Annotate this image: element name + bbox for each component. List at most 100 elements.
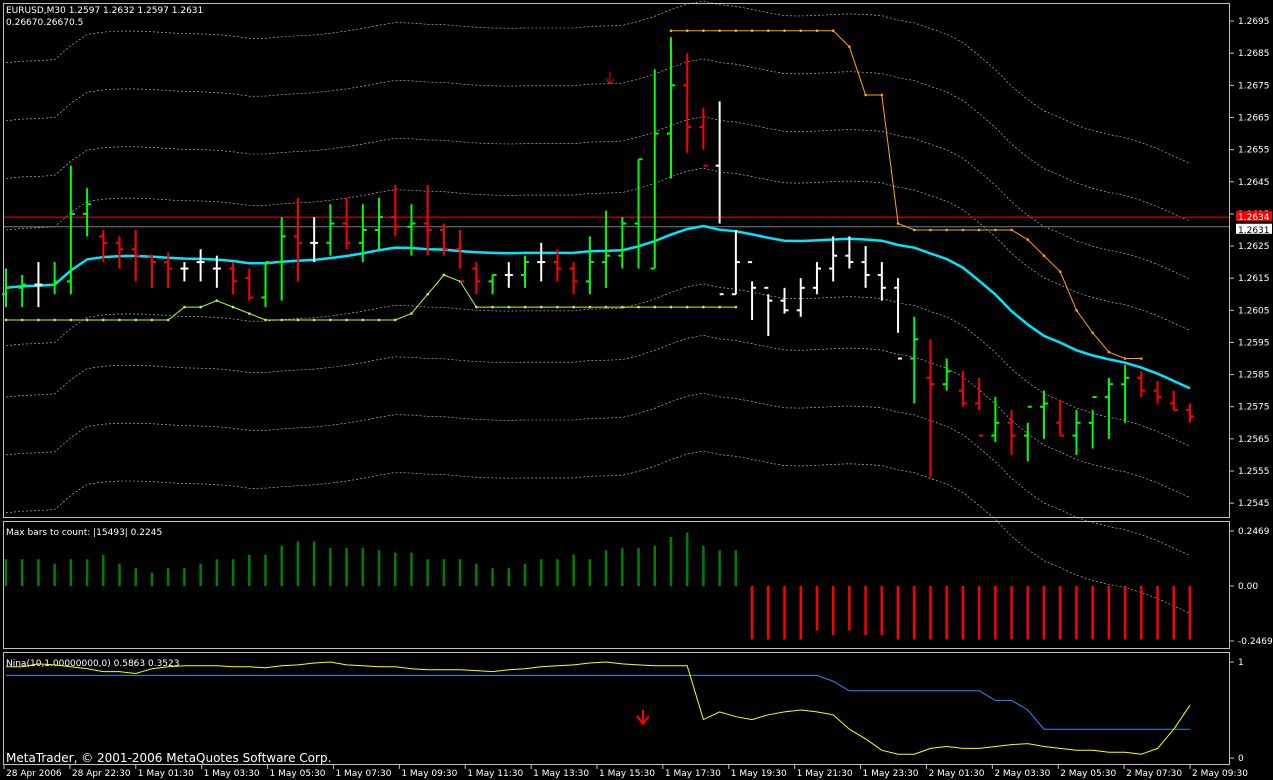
chart-symbol-label: EURUSD,M30 1.2597 1.2632 1.2597 1.2631: [6, 6, 203, 16]
trail-up-dot: [572, 305, 575, 309]
time-tick-label: 1 May 07:30: [335, 769, 391, 779]
trail-up-dot: [734, 305, 738, 309]
trail-up-dot: [653, 305, 657, 309]
price-tick-label: 1.2645: [1238, 178, 1270, 188]
trail-down-dot: [929, 228, 932, 232]
price-tick-label: 1.2545: [1238, 499, 1270, 509]
trail-down-dot: [896, 222, 900, 225]
trail-up-dot: [183, 305, 186, 309]
trail-up-dot: [247, 312, 251, 315]
time-tick-label: 1 May 11:30: [467, 769, 523, 779]
trail-up-dot: [523, 305, 527, 309]
osc-tick-label: 0.2469: [1238, 527, 1270, 537]
trail-up-dot: [20, 318, 24, 322]
osc-tick-label: 0.00: [1238, 582, 1258, 592]
trail-up-dot: [296, 318, 300, 322]
time-tick-label: 1 May 19:30: [731, 769, 787, 779]
trail-up-dot: [491, 305, 494, 309]
price-tick-label: 1.2695: [1238, 17, 1270, 27]
trail-down-dot: [1042, 254, 1046, 257]
trail-down-dot: [815, 29, 819, 33]
trail-down-dot: [750, 29, 754, 33]
trail-up-dot: [393, 318, 397, 322]
trading-chart[interactable]: 1.2695 1.2685 1.2675 1.2665 1.2655 1.2645 1.26…: [0, 0, 1273, 780]
trail-down-dot: [669, 29, 673, 33]
trail-down-dot: [977, 228, 981, 232]
price-tick-label: 1.2595: [1238, 338, 1270, 348]
nina-tick-label: 0: [1238, 754, 1244, 764]
trail-down-dot: [1123, 357, 1127, 360]
trail-down-dot: [685, 29, 689, 33]
trail-up-dot: [702, 305, 705, 309]
trail-up-dot: [329, 318, 332, 322]
trail-up-dot: [507, 305, 511, 309]
trail-up-dot: [150, 318, 154, 322]
time-tick-label: 1 May 09:30: [401, 769, 457, 779]
trail-up-dot: [621, 305, 624, 309]
trail-down-dot: [783, 29, 786, 33]
time-tick-label: 2 May 01:30: [928, 769, 984, 779]
chart-sub-label: 0.26670.26670.5: [6, 18, 83, 28]
trail-up-dot: [588, 305, 592, 309]
trail-down-dot: [912, 228, 916, 232]
time-tick-label: 2 May 07:30: [1126, 769, 1182, 779]
trail-up-dot: [718, 305, 721, 309]
trail-down-dot: [961, 228, 965, 232]
price-tick-label: 1.2585: [1238, 371, 1270, 381]
trail-up-dot: [166, 318, 170, 322]
trail-down-dot: [799, 29, 803, 33]
osc-tick-label: -0.2469: [1238, 637, 1273, 647]
time-tick-label: 1 May 05:30: [270, 769, 326, 779]
trail-up-dot: [231, 305, 235, 309]
trail-up-dot: [312, 318, 316, 322]
trail-up-dot: [102, 318, 105, 322]
price-tick-label: 1.2675: [1238, 81, 1270, 91]
trail-up-dot: [669, 305, 673, 309]
trail-up-dot: [69, 318, 73, 322]
trail-up-dot: [85, 318, 89, 322]
price-tick-label: 1.2565: [1238, 435, 1270, 445]
trail-down-dot: [734, 29, 738, 33]
trail-up-dot: [118, 318, 121, 322]
trail-up-dot: [345, 318, 348, 322]
time-tick-label: 1 May 21:30: [797, 769, 853, 779]
price-tick-label: 1.2575: [1238, 403, 1270, 413]
trail-down-dot: [1010, 228, 1013, 232]
trail-down-dot: [848, 45, 851, 49]
trail-down-dot: [1058, 270, 1062, 274]
trail-up-dot: [199, 305, 202, 309]
trail-down-dot: [702, 29, 705, 33]
trail-down-dot: [1091, 331, 1094, 335]
trail-down-dot: [880, 93, 884, 97]
trail-down-dot: [718, 29, 721, 33]
current-price-box: 1.2631: [1236, 223, 1272, 236]
time-tick-label: 2 May 03:30: [994, 769, 1050, 779]
osc-title: Max bars to count: |15493| 0.2245: [6, 528, 162, 538]
trail-down-dot: [831, 29, 835, 33]
time-tick-label: 2 May 09:30: [1192, 769, 1248, 779]
trail-up-dot: [410, 312, 413, 315]
trail-up-dot: [475, 305, 478, 309]
price-tick-label: 1.2555: [1238, 467, 1270, 477]
trail-down-dot: [864, 93, 867, 97]
current-price-label: 1.2631: [1238, 226, 1270, 236]
trail-down-dot: [945, 228, 949, 232]
time-tick-label: 1 May 03:30: [204, 769, 260, 779]
nina-tick-label: 1: [1238, 658, 1244, 668]
trail-down-dot: [1075, 309, 1078, 312]
trail-up-dot: [280, 318, 284, 322]
time-tick-label: 1 May 01:30: [138, 769, 194, 779]
trail-up-dot: [442, 273, 446, 277]
trail-up-dot: [264, 318, 267, 322]
trail-up-dot: [134, 318, 138, 322]
trail-down-dot: [1140, 357, 1143, 360]
trail-up-dot: [426, 292, 429, 296]
time-tick-label: 28 Apr 22:30: [72, 769, 131, 779]
time-tick-label: 1 May 15:30: [599, 769, 655, 779]
time-tick-label: 28 Apr 2006: [6, 769, 62, 779]
trail-up-dot: [215, 299, 219, 302]
trail-up-dot: [637, 305, 640, 309]
trail-up-dot: [53, 318, 56, 322]
red-level-label: 1.2634: [1238, 213, 1270, 223]
trail-down-dot: [767, 29, 770, 33]
